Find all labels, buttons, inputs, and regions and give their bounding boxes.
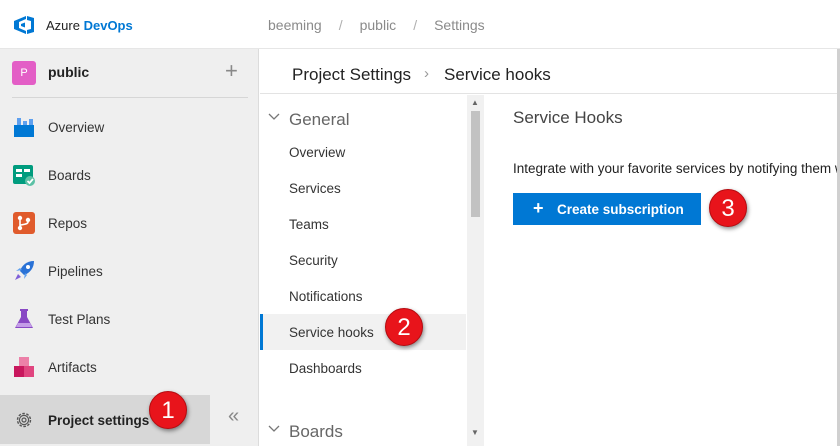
scroll-down-icon[interactable]: ▼ (471, 428, 479, 437)
group-label: General (289, 110, 350, 129)
nav-item-overview[interactable]: Overview (0, 102, 259, 150)
settings-item-label: Notifications (289, 289, 363, 304)
nav-divider (12, 97, 248, 98)
overview-icon (14, 118, 34, 137)
pipelines-icon (15, 261, 34, 280)
page-title[interactable]: Project Settings (292, 65, 411, 85)
azure-devops-logo[interactable]: Azure DevOps (12, 12, 133, 38)
breadcrumb-settings[interactable]: Settings (434, 17, 485, 33)
chevron-right-icon: › (424, 65, 429, 82)
project-name: public (48, 64, 90, 80)
nav-item-label: Boards (48, 168, 91, 183)
group-boards[interactable]: Boards (260, 412, 466, 442)
brand-name: Azure DevOps (46, 17, 133, 33)
settings-nav-scrollbar[interactable]: ▲ ▼ (467, 95, 484, 446)
left-navigation: P public + Overview Boards Repos Pipelin… (0, 49, 259, 446)
group-general[interactable]: General (260, 100, 466, 130)
settings-item-dashboards[interactable]: Dashboards (260, 350, 466, 386)
nav-item-label: Test Plans (48, 312, 111, 327)
callout-badge: 2 (385, 308, 423, 346)
gear-icon (16, 412, 32, 428)
section-heading: Service Hooks (513, 108, 623, 127)
page-subtitle: Service hooks (444, 65, 551, 84)
nav-item-pipelines[interactable]: Pipelines (0, 246, 259, 294)
nav-item-label: Overview (48, 120, 105, 135)
project-avatar: P (12, 61, 36, 85)
settings-item-service-hooks[interactable]: Service hooks (260, 314, 466, 350)
devops-logo-icon (14, 16, 34, 34)
callout-badge: 3 (709, 189, 747, 227)
service-hooks-panel: Service Hooks Integrate with your favori… (485, 95, 840, 446)
plus-icon: + (533, 198, 544, 218)
nav-item-repos[interactable]: Repos (0, 198, 259, 246)
nav-item-label: Artifacts (48, 360, 97, 375)
settings-item-label: Dashboards (289, 361, 362, 376)
project-header[interactable]: P public + (0, 49, 259, 97)
scrollbar-thumb[interactable] (471, 111, 480, 217)
collapse-nav-icon[interactable]: « (228, 405, 239, 428)
breadcrumb-project[interactable]: public (360, 17, 397, 33)
group-label: Boards (289, 422, 343, 441)
settings-item-label: Security (289, 253, 338, 268)
settings-item-overview[interactable]: Overview (260, 134, 466, 170)
page-header: Project Settings › Service hooks (260, 49, 840, 94)
breadcrumb-separator: / (338, 17, 343, 33)
project-settings-label: Project settings (48, 413, 150, 428)
boards-icon (13, 165, 35, 186)
top-bar: Azure DevOps beeming / public / Settings (0, 0, 840, 49)
button-label: Create subscription (557, 202, 684, 217)
settings-item-notifications[interactable]: Notifications (260, 278, 466, 314)
chevron-down-icon (268, 425, 280, 432)
settings-item-teams[interactable]: Teams (260, 206, 466, 242)
settings-item-security[interactable]: Security (260, 242, 466, 278)
nav-item-test-plans[interactable]: Test Plans (0, 294, 259, 342)
settings-item-label: Teams (289, 217, 329, 232)
repos-icon (13, 212, 35, 234)
callout-badge: 1 (149, 391, 187, 429)
nav-item-label: Pipelines (48, 264, 103, 279)
chevron-down-icon (268, 113, 280, 120)
settings-navigation: General Overview Services Teams Security… (260, 95, 484, 446)
artifacts-icon (14, 357, 34, 377)
settings-item-label: Services (289, 181, 341, 196)
settings-item-label: Overview (289, 145, 346, 160)
section-description: Integrate with your favorite services by… (513, 161, 840, 176)
settings-item-services[interactable]: Services (260, 170, 466, 206)
scroll-up-icon[interactable]: ▲ (471, 98, 479, 107)
nav-item-boards[interactable]: Boards (0, 150, 259, 198)
test-plans-icon (15, 309, 33, 328)
nav-item-artifacts[interactable]: Artifacts (0, 342, 259, 390)
nav-item-label: Repos (48, 216, 88, 231)
plus-icon[interactable]: + (225, 58, 238, 84)
azure-devops-window: Azure DevOps beeming / public / Settings… (0, 0, 840, 446)
breadcrumb-separator: / (413, 17, 418, 33)
settings-item-label: Service hooks (289, 325, 374, 340)
breadcrumb-org[interactable]: beeming (268, 17, 322, 33)
breadcrumb: beeming / public / Settings (268, 17, 485, 33)
create-subscription-button[interactable]: + Create subscription (513, 193, 701, 225)
